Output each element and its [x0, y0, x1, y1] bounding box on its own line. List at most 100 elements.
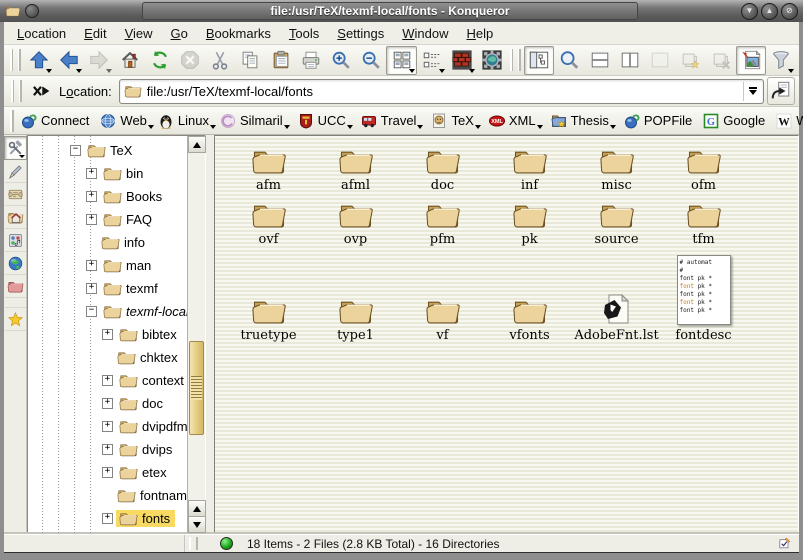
bookmark-popfile[interactable]: POPFile — [620, 111, 699, 131]
tree-expander-plus[interactable]: + — [102, 444, 113, 455]
tree-row-bibtex[interactable]: +bibtex — [28, 323, 187, 346]
home-button[interactable] — [114, 46, 144, 75]
file-item-doc[interactable]: doc — [399, 142, 486, 196]
image-gallery-button[interactable] — [736, 46, 766, 75]
paste-button[interactable] — [266, 46, 296, 75]
sticky-button[interactable] — [25, 4, 39, 18]
tree-row-faq[interactable]: +FAQ — [28, 208, 187, 231]
location-toolbar-handle[interactable] — [11, 80, 22, 102]
bookmark-google[interactable]: GGoogle — [699, 111, 772, 131]
file-item-ofm[interactable]: ofm — [660, 142, 747, 196]
print-button[interactable] — [296, 46, 326, 75]
copy-button[interactable] — [235, 46, 265, 75]
tree-row-fonts[interactable]: +fonts — [28, 507, 187, 530]
statusbar-grip[interactable] — [189, 537, 198, 550]
tree-node[interactable]: Books — [100, 188, 167, 205]
tree-expander-minus[interactable]: − — [86, 306, 97, 317]
file-item-vf[interactable]: vf — [399, 292, 486, 346]
tree-expander-plus[interactable]: + — [102, 513, 113, 524]
tree-node[interactable]: doc — [116, 395, 168, 412]
scroll-down-button[interactable] — [188, 516, 206, 533]
location-dropdown-button[interactable] — [743, 82, 761, 101]
split-top-bottom-button[interactable] — [585, 46, 615, 75]
tree-row-bin[interactable]: +bin — [28, 162, 187, 185]
bookmark-thesis[interactable]: Thesis — [547, 111, 616, 131]
bookmark-tex[interactable]: TeX — [427, 111, 480, 131]
file-item-ovp[interactable]: ovp — [312, 196, 399, 250]
tree-row-dvipdfm[interactable]: +dvipdfm — [28, 415, 187, 438]
tree-expander-minus[interactable]: − — [70, 145, 81, 156]
menu-settings[interactable]: Settings — [328, 24, 393, 43]
reload-button[interactable] — [145, 46, 175, 75]
sidebar-tab-home-folder[interactable] — [5, 206, 26, 229]
bookmark-web[interactable]: Web — [96, 111, 154, 131]
tree-expander-plus[interactable]: + — [86, 283, 97, 294]
toolbar-separator-handle[interactable] — [510, 49, 521, 71]
bookmark-travel[interactable]: Travel — [357, 111, 424, 131]
tree-node[interactable]: man — [100, 257, 156, 274]
file-item-tfm[interactable]: tfm — [660, 196, 747, 250]
file-item-afml[interactable]: afml — [312, 142, 399, 196]
tree-expander-plus[interactable]: + — [86, 214, 97, 225]
menu-window[interactable]: Window — [393, 24, 457, 43]
menu-tools[interactable]: Tools — [280, 24, 328, 43]
zoom-in-button[interactable] — [326, 46, 356, 75]
location-value[interactable]: file:/usr/TeX/texmf-local/fonts — [147, 84, 738, 99]
tree-expander-plus[interactable]: + — [102, 421, 113, 432]
tree-row-context[interactable]: +context — [28, 369, 187, 392]
bookmark-linux[interactable]: Linux — [154, 111, 216, 131]
bookmark-xml[interactable]: XMLXML — [485, 111, 543, 131]
scroll-up-button-2[interactable] — [188, 500, 206, 517]
bookmark-ucc[interactable]: UCC — [294, 111, 353, 131]
sidebar-tab-configure[interactable] — [4, 136, 27, 160]
file-item-truetype[interactable]: truetype — [225, 292, 312, 346]
tree-expander-plus[interactable]: + — [86, 168, 97, 179]
statusbar-indicator-icon[interactable] — [778, 536, 793, 551]
titlebar[interactable]: file:/usr/TeX/texmf-local/fonts - Konque… — [0, 0, 803, 22]
file-item-pfm[interactable]: pfm — [399, 196, 486, 250]
up-button[interactable] — [24, 46, 54, 75]
tree-node[interactable]: context — [116, 372, 187, 389]
folder-view[interactable]: afmafmldocinfmiscofmovfovppfmpksourcetfm… — [214, 135, 799, 534]
menu-help[interactable]: Help — [458, 24, 503, 43]
tree-row-texmf[interactable]: +texmf — [28, 277, 187, 300]
tree-row-etex[interactable]: +etex — [28, 461, 187, 484]
bookmark-toolbar-handle[interactable] — [10, 110, 14, 132]
close-button[interactable]: ⊘ — [781, 3, 798, 20]
tree-expander-plus[interactable]: + — [102, 467, 113, 478]
konqueror-gear-button[interactable] — [477, 46, 507, 75]
tree-node[interactable]: dvipdfm — [116, 418, 187, 435]
clear-location-button[interactable] — [28, 78, 54, 104]
filter-button[interactable] — [766, 46, 796, 75]
tree-node[interactable]: bibtex — [116, 326, 182, 343]
icon-view-button[interactable] — [386, 46, 416, 75]
tree-row-tex[interactable]: −TeX — [28, 139, 187, 162]
bookmark-wikipedia[interactable]: WWikipedia — [772, 111, 803, 131]
tree-node[interactable]: texmf-local — [100, 303, 187, 320]
sidebar-tab-bookmarks-star[interactable] — [5, 307, 26, 331]
file-item-misc[interactable]: misc — [573, 142, 660, 196]
sidebar-tab-root-folder[interactable] — [5, 275, 26, 298]
tree-node[interactable]: dvips — [116, 441, 177, 458]
find-button[interactable] — [554, 46, 584, 75]
back-button[interactable] — [54, 46, 84, 75]
file-item-vfonts[interactable]: vfonts — [486, 292, 573, 346]
menu-go[interactable]: Go — [162, 24, 197, 43]
file-item-inf[interactable]: inf — [486, 142, 573, 196]
tree-row-info[interactable]: info — [28, 231, 187, 254]
tree-expander-plus[interactable]: + — [102, 375, 113, 386]
maximize-button[interactable]: ▲ — [761, 3, 778, 20]
zoom-out-button[interactable] — [356, 46, 386, 75]
scroll-thumb[interactable] — [189, 341, 204, 435]
tree-scrollbar[interactable] — [187, 136, 205, 533]
tree-node[interactable]: FAQ — [100, 211, 157, 228]
tree-row-chktex[interactable]: chktex — [28, 346, 187, 369]
menu-bookmarks[interactable]: Bookmarks — [197, 24, 280, 43]
sidebar-tab-network[interactable] — [5, 252, 26, 275]
file-item-type1[interactable]: type1 — [312, 292, 399, 346]
sidebar-tab-services[interactable] — [5, 229, 26, 252]
bricks-view-button[interactable] — [447, 46, 477, 75]
tree-node[interactable]: TeX — [84, 142, 137, 159]
list-view-button[interactable] — [417, 46, 447, 75]
file-item-pk[interactable]: pk — [486, 196, 573, 250]
